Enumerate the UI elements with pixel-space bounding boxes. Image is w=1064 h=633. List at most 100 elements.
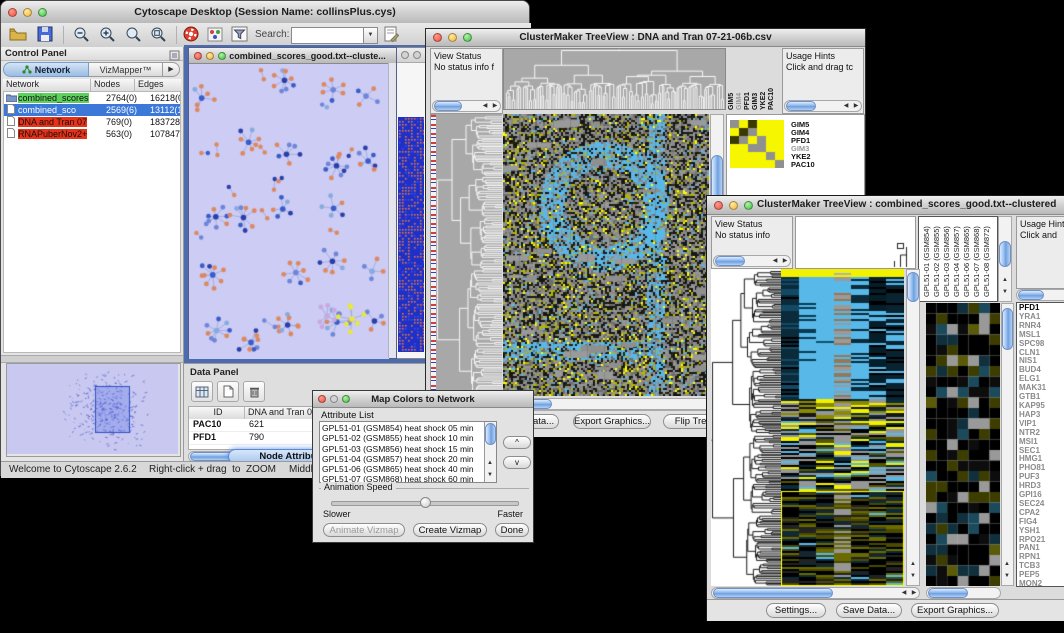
animate-vizmap-button[interactable]: Animate Vizmap: [323, 523, 405, 537]
close-icon[interactable]: [714, 201, 723, 210]
move-down-button[interactable]: v: [503, 456, 531, 469]
scroll-down-icon[interactable]: ▼: [1002, 571, 1012, 581]
minimize-icon[interactable]: [413, 51, 421, 59]
tab-overflow-icon[interactable]: ▶: [163, 62, 180, 77]
window-controls[interactable]: [8, 1, 47, 23]
scroll-down-icon[interactable]: ▼: [1000, 287, 1010, 297]
save-icon[interactable]: [37, 26, 53, 47]
zoom-heatmap-canvas[interactable]: [730, 120, 784, 168]
network-table-header[interactable]: Network Nodes Edges: [3, 79, 181, 91]
scroll-left-icon[interactable]: ◀: [841, 101, 851, 111]
attribute-list-item[interactable]: GPL51-03 (GSM856) heat shock 15 min: [322, 444, 496, 454]
network-overview[interactable]: [6, 363, 181, 457]
new-attribute-button[interactable]: [217, 381, 239, 402]
minimize-icon[interactable]: [206, 52, 214, 60]
scroll-right-icon[interactable]: ▶: [851, 101, 861, 111]
scroll-left-icon[interactable]: ◀: [899, 588, 909, 598]
tab-vizmapper[interactable]: VizMapper™: [89, 62, 163, 77]
birdseye-icon[interactable]: [207, 27, 223, 47]
attribute-list-item[interactable]: GPL51-06 (GSM865) heat shock 40 min: [322, 464, 496, 474]
minimize-icon[interactable]: [23, 8, 32, 17]
zoom-vertical-scrollbar[interactable]: ▲ ▼: [1001, 303, 1014, 586]
heatmap-vertical-scrollbar[interactable]: ▲ ▼: [906, 269, 920, 586]
network-list-item[interactable]: RNAPuberNov2+563(0)107847(0): [4, 128, 180, 140]
main-titlebar[interactable]: Cytoscape Desktop (Session Name: collins…: [1, 1, 529, 24]
attribute-list-item[interactable]: GPL51-02 (GSM855) heat shock 10 min: [322, 433, 496, 443]
close-icon[interactable]: [401, 51, 409, 59]
id-column-header[interactable]: ID: [189, 407, 245, 419]
scroll-up-icon[interactable]: ▲: [1002, 559, 1012, 569]
zoom-window-icon[interactable]: [463, 33, 472, 42]
scroll-down-icon[interactable]: ▼: [908, 571, 918, 581]
dense-network-canvas[interactable]: [398, 117, 424, 352]
main-heatmap-canvas[interactable]: [781, 269, 904, 586]
zoom-window-icon[interactable]: [218, 52, 226, 60]
close-icon[interactable]: [8, 8, 17, 17]
scroll-left-icon[interactable]: ◀: [770, 256, 780, 266]
settings-button[interactable]: Settings...: [766, 603, 826, 618]
column-dendrogram-area[interactable]: [795, 216, 916, 269]
treeview1-titlebar[interactable]: ClusterMaker TreeView : DNA and Tran 07-…: [426, 29, 865, 47]
delete-attribute-button[interactable]: [243, 381, 265, 402]
scroll-right-icon[interactable]: ▶: [780, 256, 790, 266]
view-status-scrollbar[interactable]: ◀ ▶: [713, 255, 791, 267]
scroll-right-icon[interactable]: ▶: [490, 101, 500, 111]
attribute-list-item[interactable]: GPL51-04 (GSM857) heat shock 20 min: [322, 454, 496, 464]
export-graphics-button[interactable]: Export Graphics...: [573, 414, 651, 429]
main-horizontal-scrollbar[interactable]: ◀ ▶: [711, 587, 920, 599]
network-overview-canvas[interactable]: [7, 364, 178, 454]
scroll-up-icon[interactable]: ▲: [908, 559, 918, 569]
open-icon[interactable]: [9, 26, 27, 47]
attribute-list[interactable]: GPL51-01 (GSM854) heat shock 05 minGPL51…: [319, 421, 497, 483]
tab-network[interactable]: Network: [3, 62, 89, 77]
row-dendrogram-canvas[interactable]: [436, 114, 502, 396]
usage-hints-scrollbar[interactable]: ◀ ▶: [784, 100, 862, 112]
scroll-up-icon[interactable]: ▲: [485, 458, 495, 468]
scroll-right-icon[interactable]: ▶: [909, 588, 919, 598]
network-view-frame[interactable]: combined_scores_good.txt--cluste...: [188, 47, 397, 359]
dialog-titlebar[interactable]: Map Colors to Network: [313, 391, 533, 408]
done-button[interactable]: Done: [495, 523, 529, 537]
slider-thumb[interactable]: [420, 497, 431, 508]
global-heatmap-canvas[interactable]: [503, 114, 709, 396]
view-status-scrollbar[interactable]: ◀ ▶: [432, 100, 501, 112]
move-up-button[interactable]: ^: [503, 436, 531, 449]
zoom-heatmap-canvas[interactable]: [926, 303, 1000, 586]
minimize-icon[interactable]: [729, 201, 738, 210]
zoom-selected-icon[interactable]: [125, 26, 143, 48]
network-view-canvas[interactable]: [189, 64, 389, 359]
zoom-window-icon[interactable]: [342, 395, 350, 403]
zoom-window-icon[interactable]: [744, 201, 753, 210]
labels-vertical-scrollbar[interactable]: ▲ ▼: [998, 216, 1012, 302]
panel-splitter[interactable]: [1, 355, 183, 363]
save-data-button[interactable]: Save Data...: [836, 603, 902, 618]
scroll-up-icon[interactable]: ▲: [1000, 275, 1010, 285]
close-icon[interactable]: [194, 52, 202, 60]
attribute-select-button[interactable]: [191, 381, 213, 402]
network-list-item[interactable]: combined_scores2764(0)16218(0): [4, 92, 180, 104]
row-dendrogram-canvas[interactable]: [711, 269, 781, 586]
zoom-horizontal-scrollbar[interactable]: [926, 587, 1001, 599]
treeview2-titlebar[interactable]: ClusterMaker TreeView : combined_scores_…: [707, 196, 1064, 215]
zoom-fit-icon[interactable]: [150, 26, 168, 48]
close-icon[interactable]: [433, 33, 442, 42]
zoom-window-icon[interactable]: [38, 8, 47, 17]
network-list[interactable]: combined_scores2764(0)16218(0)combined_s…: [3, 91, 181, 353]
network-vertical-scrollbar[interactable]: [388, 63, 396, 358]
export-graphics-button[interactable]: Export Graphics...: [911, 603, 999, 618]
search-dropdown-icon[interactable]: ▼: [363, 27, 378, 44]
animation-speed-slider[interactable]: [331, 501, 519, 506]
scroll-left-icon[interactable]: ◀: [480, 101, 490, 111]
usage-hints-scrollbar[interactable]: ◀ ▶: [1016, 289, 1064, 301]
zoom-out-icon[interactable]: [73, 26, 91, 48]
create-vizmap-button[interactable]: Create Vizmap: [413, 523, 487, 537]
zoom-in-icon[interactable]: [99, 26, 117, 48]
search-input[interactable]: [291, 27, 365, 44]
close-icon[interactable]: [318, 395, 326, 403]
attribute-list-item[interactable]: GPL51-01 (GSM854) heat shock 05 min: [322, 423, 496, 433]
scroll-down-icon[interactable]: ▼: [485, 470, 495, 480]
minimize-icon[interactable]: [448, 33, 457, 42]
network-list-item[interactable]: combined_sco2569(6)13112(15): [4, 104, 180, 116]
network-list-item[interactable]: DNA and Tran 07769(0)183728(0): [4, 116, 180, 128]
attribute-list-scrollbar[interactable]: ▲ ▼: [484, 422, 496, 482]
